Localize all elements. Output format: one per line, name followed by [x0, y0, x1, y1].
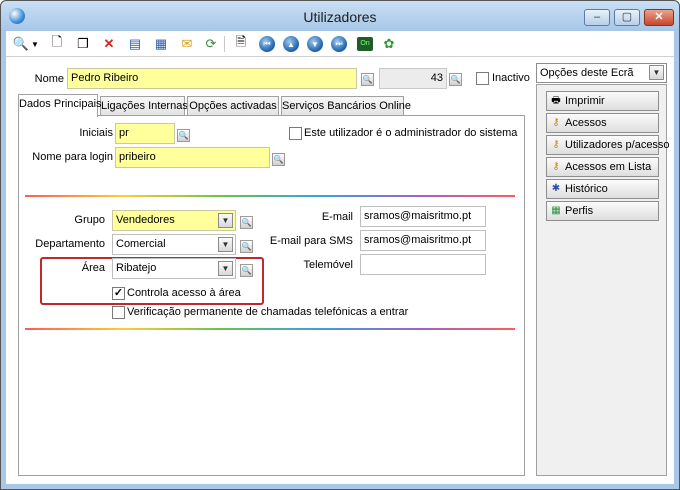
- minimize-button[interactable]: ‒: [584, 9, 610, 26]
- key-icon: ⚷: [552, 117, 560, 128]
- envelope-icon[interactable]: ✉: [178, 35, 196, 53]
- tab-servicos-bancarios[interactable]: Serviços Bancários Online: [281, 96, 411, 116]
- toolbar: 🔍 ▼ 🗋 ❐ ✕ ▤ ▦ ✉ ⟳ 🗎 ⏮ ▲ ▼ ⏭ On ✿: [6, 31, 674, 57]
- access-list-label: Acessos em Lista: [565, 161, 652, 173]
- mobile-field[interactable]: [360, 254, 486, 275]
- profiles-button-label: Perfis: [565, 205, 594, 217]
- tab-ligacoes-internas[interactable]: Ligações Internas: [100, 96, 188, 116]
- name-label: Nome: [34, 73, 64, 85]
- history-button[interactable]: ✱ Histórico: [546, 179, 659, 199]
- screen-options-value: Opções deste Ecrã: [540, 67, 634, 79]
- department-label: Departamento: [35, 238, 105, 250]
- profiles-button[interactable]: ▦ Perfis: [546, 201, 659, 221]
- help-icon[interactable]: ✿: [380, 35, 398, 53]
- area-control-label: Controla acesso à área: [127, 287, 241, 299]
- inactive-checkbox[interactable]: [476, 72, 489, 85]
- login-label: Nome para login: [32, 151, 113, 163]
- section-divider: [25, 195, 515, 197]
- history-icon: ✱: [551, 183, 561, 194]
- maximize-button[interactable]: ▢: [614, 9, 640, 26]
- users-per-access-label: Utilizadores p/acesso: [565, 139, 670, 151]
- name-field[interactable]: Pedro Ribeiro: [67, 68, 357, 89]
- group-label: Grupo: [74, 214, 105, 226]
- group-dropdown-icon[interactable]: ▼: [218, 213, 233, 228]
- access-list-button[interactable]: ⚷ Acessos em Lista: [546, 157, 659, 177]
- users-key-icon: ⚷: [552, 139, 560, 150]
- previous-record-icon[interactable]: ▲: [282, 35, 300, 53]
- area-dropdown-icon[interactable]: ▼: [218, 261, 233, 276]
- screen-options-dropdown-icon[interactable]: ▼: [649, 65, 664, 80]
- inactive-label: Inactivo: [492, 72, 530, 84]
- group-value: Vendedores: [116, 214, 175, 226]
- tab-opcoes-activadas[interactable]: Opções activadas: [187, 96, 279, 116]
- group-search-icon[interactable]: 🔍: [240, 216, 253, 229]
- area-control-checkbox[interactable]: ✓: [112, 287, 125, 300]
- calls-verify-label: Verificação permanente de chamadas telef…: [127, 306, 409, 318]
- name-search-icon[interactable]: 🔍: [361, 73, 374, 86]
- login-field[interactable]: pribeiro: [115, 147, 270, 168]
- admin-label: Este utilizador é o administrador do sis…: [304, 127, 518, 139]
- initials-search-icon[interactable]: 🔍: [177, 129, 190, 142]
- tab-dados-principais[interactable]: Dados Principais: [18, 94, 102, 117]
- first-record-icon[interactable]: ⏮: [258, 35, 276, 53]
- user-number-field: 43: [379, 68, 447, 89]
- area-select[interactable]: Ribatejo ▼: [112, 258, 236, 279]
- print-button[interactable]: 🖶 Imprimir: [546, 91, 659, 111]
- client-area: Nome Pedro Ribeiro 🔍 43 🔍 Inactivo Dados…: [6, 57, 674, 484]
- next-record-icon[interactable]: ▼: [306, 35, 324, 53]
- users-per-access-button[interactable]: ⚷ Utilizadores p/acesso: [546, 135, 670, 155]
- print-preview-icon[interactable]: 🗎: [232, 34, 250, 53]
- email-field[interactable]: sramos@maisritmo.pt: [360, 206, 486, 227]
- initials-field[interactable]: pr: [115, 123, 175, 144]
- print-button-label: Imprimir: [565, 95, 605, 107]
- copy-icon[interactable]: ❐: [74, 35, 92, 53]
- profiles-icon: ▦: [551, 205, 561, 216]
- sms-email-field[interactable]: sramos@maisritmo.pt: [360, 230, 486, 251]
- section-divider-bottom: [25, 328, 515, 330]
- side-panel: 🖶 Imprimir ⚷ Acessos ⚷ Utilizadores p/acess…: [536, 84, 670, 476]
- group-select[interactable]: Vendedores ▼: [112, 210, 236, 231]
- access-button-label: Acessos: [565, 117, 607, 129]
- toolbar-separator: [224, 36, 225, 52]
- online-icon[interactable]: On: [356, 35, 374, 53]
- admin-checkbox[interactable]: [289, 127, 302, 140]
- department-dropdown-icon[interactable]: ▼: [218, 237, 233, 252]
- department-search-icon[interactable]: 🔍: [240, 240, 253, 253]
- initials-label: Iniciais: [79, 127, 113, 139]
- delete-icon[interactable]: ✕: [100, 35, 118, 53]
- new-document-icon[interactable]: 🗋: [48, 34, 66, 53]
- mobile-label: Telemóvel: [303, 259, 353, 271]
- department-select[interactable]: Comercial ▼: [112, 234, 236, 255]
- dropdown-arrow-icon[interactable]: ▼: [30, 35, 40, 53]
- window-title: Utilizadores: [303, 9, 377, 25]
- email-label: E-mail: [321, 211, 353, 223]
- list-key-icon: ⚷: [552, 161, 560, 172]
- app-window: Utilizadores ‒ ▢ ✕ 🔍 ▼ 🗋 ❐ ✕ ▤ ▦ ✉ ⟳ 🗎 ⏮…: [0, 0, 680, 490]
- printer-icon: 🖶: [551, 95, 561, 106]
- screen-options-select[interactable]: Opções deste Ecrã ▼: [536, 63, 667, 83]
- close-button[interactable]: ✕: [644, 9, 674, 26]
- login-search-icon[interactable]: 🔍: [272, 153, 285, 166]
- area-label: Área: [81, 262, 105, 274]
- tab-panel-dados-principais: Iniciais pr 🔍 Nome para login pribeiro 🔍…: [18, 115, 525, 476]
- properties-icon[interactable]: ▤: [126, 35, 144, 53]
- area-search-icon[interactable]: 🔍: [240, 264, 253, 277]
- area-value: Ribatejo: [116, 262, 157, 274]
- table-icon[interactable]: ▦: [152, 35, 170, 53]
- calls-verify-checkbox[interactable]: [112, 306, 125, 319]
- access-button[interactable]: ⚷ Acessos: [546, 113, 659, 133]
- sms-email-label: E-mail para SMS: [269, 235, 353, 247]
- number-search-icon[interactable]: 🔍: [449, 73, 462, 86]
- refresh-icon[interactable]: ⟳: [202, 35, 220, 53]
- search-icon[interactable]: 🔍: [12, 35, 30, 53]
- department-value: Comercial: [116, 238, 166, 250]
- title-bar[interactable]: Utilizadores ‒ ▢ ✕: [1, 1, 679, 31]
- history-button-label: Histórico: [565, 183, 608, 195]
- last-record-icon[interactable]: ⏭: [330, 35, 348, 53]
